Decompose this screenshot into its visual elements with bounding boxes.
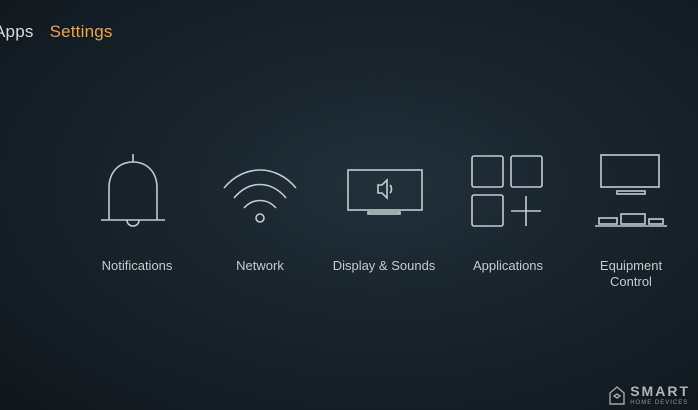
tile-label: Equipment Control bbox=[599, 258, 663, 289]
tile-applications[interactable]: Applications bbox=[446, 150, 570, 300]
settings-tiles: Notifications Network Display & Sounds A… bbox=[0, 150, 698, 310]
house-logo-icon bbox=[609, 386, 625, 405]
wifi-icon bbox=[220, 150, 300, 230]
display-speaker-icon bbox=[344, 150, 424, 230]
app-grid-icon bbox=[468, 150, 548, 230]
tile-label: Notifications bbox=[101, 258, 173, 273]
watermark-subtitle: HOME DEVICES bbox=[630, 400, 689, 406]
tile-label: Display & Sounds bbox=[332, 258, 436, 273]
tv-devices-icon bbox=[591, 150, 671, 230]
tile-display-sounds[interactable]: Display & Sounds bbox=[322, 150, 446, 300]
tile-label: Network bbox=[236, 258, 284, 273]
tile-equipment-control[interactable]: Equipment Control bbox=[569, 150, 693, 300]
tile-notifications[interactable]: Notifications bbox=[75, 150, 199, 300]
watermark-text: SMART HOME DEVICES bbox=[630, 384, 690, 406]
nav-item-apps[interactable]: Apps bbox=[0, 22, 34, 42]
bell-icon bbox=[97, 150, 177, 230]
tile-network[interactable]: Network bbox=[198, 150, 322, 300]
smart-home-devices-logo: SMART HOME DEVICES bbox=[608, 384, 690, 406]
watermark-title: SMART bbox=[630, 383, 690, 399]
nav-item-settings[interactable]: Settings bbox=[50, 22, 113, 42]
tile-label: Applications bbox=[472, 258, 544, 273]
top-nav: Apps Settings bbox=[0, 18, 129, 46]
